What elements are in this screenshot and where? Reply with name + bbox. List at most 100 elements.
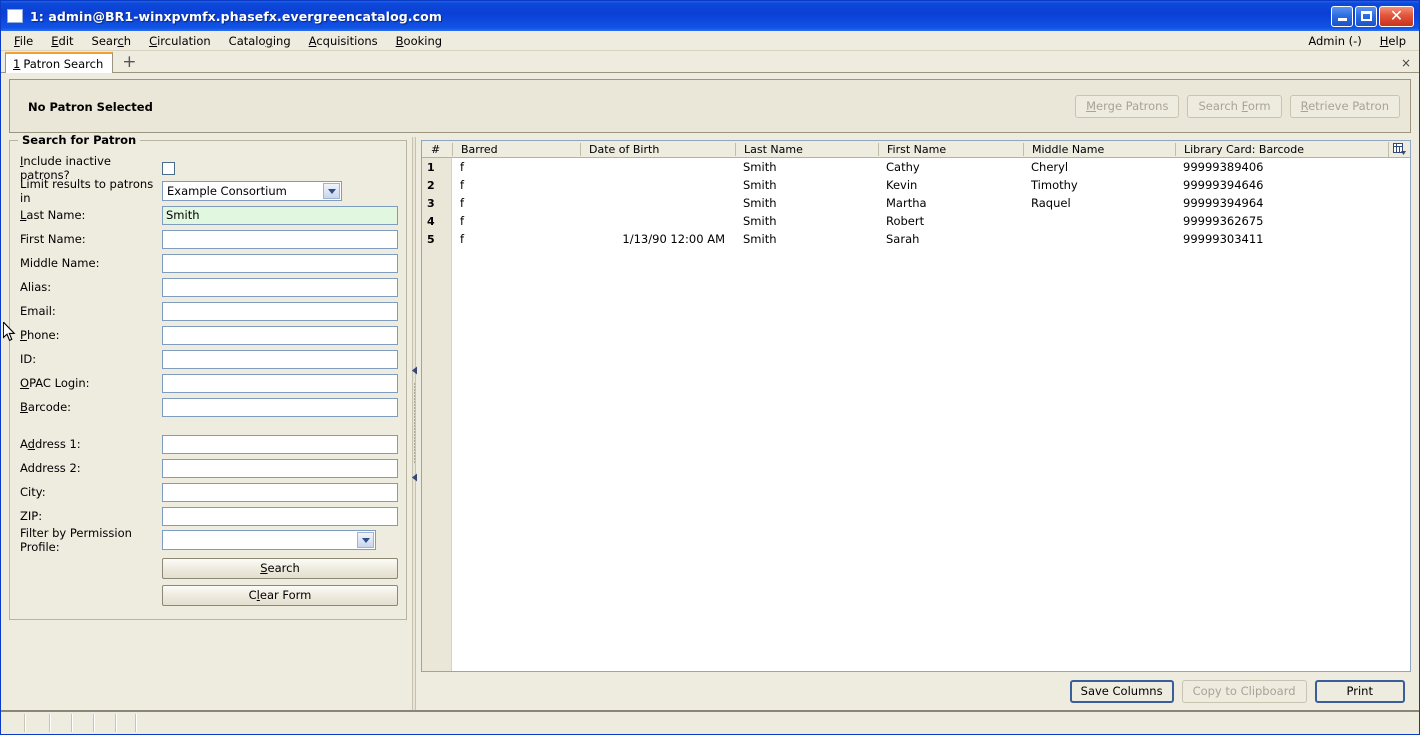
- first-name-row: First Name:: [20, 227, 398, 251]
- panel-splitter[interactable]: [407, 137, 421, 710]
- status-cell-2: [26, 714, 51, 732]
- search-panel: Search for Patron Include inactive patro…: [9, 133, 407, 710]
- table-row[interactable]: 4 f Smith Robert 99999362675: [422, 212, 1410, 230]
- first-name-input[interactable]: [162, 229, 398, 249]
- first-name-label: First Name:: [20, 232, 86, 246]
- permission-profile-select[interactable]: [162, 530, 376, 550]
- retrieve-patron-button[interactable]: Retrieve Patron: [1289, 94, 1400, 118]
- patron-status-label: No Patron Selected: [28, 100, 153, 114]
- tab-patron-search[interactable]: 1 Patron Search: [5, 52, 114, 73]
- status-cell-6: [117, 714, 137, 732]
- table-row[interactable]: 2 f Smith Kevin Timothy 99999394646: [422, 176, 1410, 194]
- include-inactive-checkbox[interactable]: [162, 161, 175, 175]
- alias-input[interactable]: [162, 277, 398, 297]
- maximize-button[interactable]: [1355, 5, 1377, 27]
- phone-label: Phone:: [20, 328, 60, 342]
- menu-file[interactable]: File: [5, 32, 42, 50]
- last-name-input[interactable]: [162, 205, 398, 225]
- copy-to-clipboard-button[interactable]: Copy to Clipboard: [1181, 679, 1307, 703]
- zip-input[interactable]: [162, 506, 398, 526]
- save-columns-button[interactable]: Save Columns: [1069, 679, 1174, 703]
- splitter-grip[interactable]: [411, 366, 418, 481]
- menu-edit[interactable]: Edit: [42, 32, 82, 50]
- table-row[interactable]: 1 f Smith Cathy Cheryl 99999389406: [422, 158, 1410, 176]
- minimize-button[interactable]: [1331, 5, 1353, 27]
- limit-results-value: Example Consortium: [167, 184, 287, 198]
- column-header-num[interactable]: #: [422, 143, 452, 156]
- cell-dob: 1/13/90 12:00 AM: [622, 232, 725, 246]
- cell-last-name: Smith: [743, 214, 777, 228]
- menu-acquisitions[interactable]: Acquisitions: [300, 32, 387, 50]
- zip-row: ZIP:: [20, 504, 398, 528]
- menu-circulation[interactable]: Circulation: [140, 32, 220, 50]
- menu-admin[interactable]: Admin (-): [1299, 32, 1370, 50]
- column-picker-icon[interactable]: [1388, 141, 1410, 157]
- tab-strip: 1 Patron Search + ×: [1, 51, 1419, 73]
- middle-name-row: Middle Name:: [20, 251, 398, 275]
- cell-last-name: Smith: [743, 160, 777, 174]
- menu-cataloging[interactable]: Cataloging: [220, 32, 300, 50]
- column-header-last-name[interactable]: Last Name: [735, 142, 878, 156]
- chevron-down-icon: [323, 183, 340, 199]
- menu-booking[interactable]: Booking: [387, 32, 451, 50]
- clear-form-button[interactable]: Clear Form: [162, 585, 398, 606]
- cell-barcode: 99999389406: [1183, 160, 1264, 174]
- cell-first-name: Robert: [886, 214, 925, 228]
- city-row: City:: [20, 480, 398, 504]
- close-icon: ✕: [1389, 6, 1404, 25]
- menu-edit-rest: dit: [58, 33, 74, 48]
- search-button[interactable]: Search: [162, 558, 398, 579]
- cell-first-name: Cathy: [886, 160, 920, 174]
- cell-last-name: Smith: [743, 196, 777, 210]
- cell-middle-name: Raquel: [1031, 196, 1071, 210]
- column-header-middle-name[interactable]: Middle Name: [1023, 142, 1175, 156]
- opac-login-input[interactable]: [162, 373, 398, 393]
- address2-row: Address 2:: [20, 456, 398, 480]
- barcode-input[interactable]: [162, 397, 398, 417]
- alias-label: Alias:: [20, 280, 52, 294]
- client-area: No Patron Selected Merge Patrons Search …: [1, 73, 1419, 710]
- cell-barred: f: [460, 214, 465, 228]
- address1-row: Address 1:: [20, 432, 398, 456]
- new-tab-button[interactable]: +: [113, 54, 144, 72]
- cell-last-name: Smith: [743, 232, 777, 246]
- results-panel: # Barred Date of Birth Last Name First N…: [421, 137, 1411, 710]
- table-row[interactable]: 3 f Smith Martha Raquel 99999394964: [422, 194, 1410, 212]
- cell-num: 4: [427, 214, 435, 228]
- middle-name-input[interactable]: [162, 253, 398, 273]
- cell-last-name: Smith: [743, 178, 777, 192]
- column-header-barcode[interactable]: Library Card: Barcode: [1175, 142, 1375, 156]
- column-header-dob[interactable]: Date of Birth: [580, 142, 735, 156]
- menu-search[interactable]: Search: [83, 32, 141, 50]
- cell-barcode: 99999394646: [1183, 178, 1264, 192]
- status-bar: [1, 710, 1419, 734]
- close-tab-button[interactable]: ×: [1401, 56, 1411, 72]
- merge-patrons-button[interactable]: Merge Patrons: [1075, 94, 1180, 118]
- search-form-button[interactable]: Search Form: [1187, 94, 1282, 118]
- collapse-left-arrow-icon[interactable]: [411, 366, 417, 374]
- address2-label: Address 2:: [20, 461, 81, 475]
- cell-barred: f: [460, 160, 465, 174]
- chevron-down-icon: [357, 532, 374, 548]
- address2-input[interactable]: [162, 458, 398, 478]
- cell-middle-name: Cheryl: [1031, 160, 1069, 174]
- collapse-left-arrow-icon-2[interactable]: [411, 473, 417, 481]
- table-row[interactable]: 5 f 1/13/90 12:00 AM Smith Sarah 9999930…: [422, 230, 1410, 248]
- close-button[interactable]: ✕: [1379, 5, 1414, 27]
- search-legend: Search for Patron: [18, 133, 141, 147]
- opac-login-label: OPAC Login:: [20, 376, 90, 390]
- email-input[interactable]: [162, 301, 398, 321]
- limit-results-select[interactable]: Example Consortium: [162, 181, 342, 201]
- address1-input[interactable]: [162, 434, 398, 454]
- column-header-first-name[interactable]: First Name: [878, 142, 1023, 156]
- title-bar: 1: admin@BR1-winxpvmfx.phasefx.evergreen…: [1, 1, 1419, 31]
- column-header-barred[interactable]: Barred: [452, 142, 580, 156]
- menu-help[interactable]: Help: [1371, 32, 1415, 50]
- phone-row: Phone:: [20, 323, 398, 347]
- status-cell-1: [2, 714, 26, 732]
- city-input[interactable]: [162, 482, 398, 502]
- id-input[interactable]: [162, 349, 398, 369]
- phone-input[interactable]: [162, 325, 398, 345]
- print-button[interactable]: Print: [1314, 679, 1405, 703]
- cell-first-name: Martha: [886, 196, 927, 210]
